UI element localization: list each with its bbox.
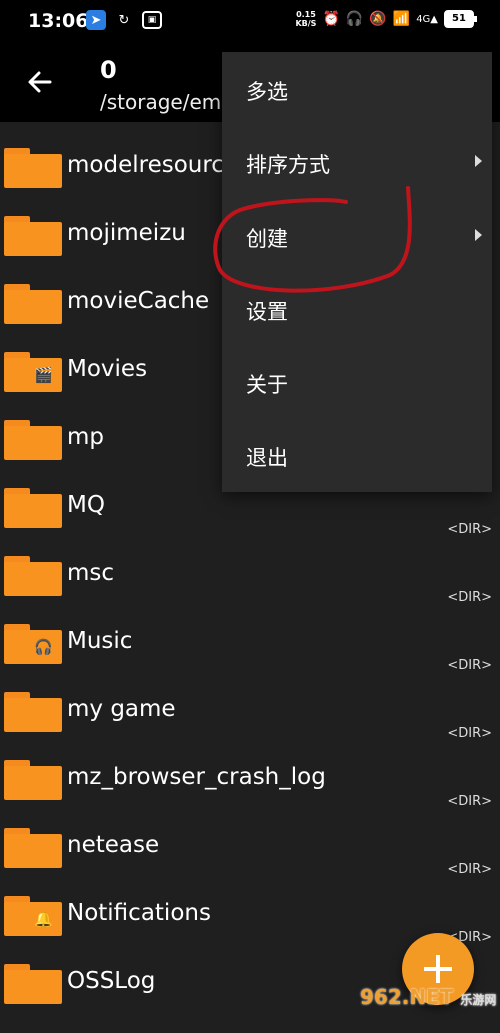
dir-label: <DIR> [447,862,492,877]
file-row[interactable]: netease <DIR> [0,814,500,882]
menu-item[interactable]: 多选 [222,52,492,125]
mute-icon: 🔕 [369,11,387,27]
file-name: mp [67,424,105,450]
submenu-arrow-icon [475,155,482,168]
image-icon: ▣ [142,11,162,29]
page-title: 0 [100,56,117,84]
folder-icon [4,556,62,596]
folder-notifications-icon: 🔔 [4,896,62,936]
folder-icon [4,420,62,460]
status-time: 13:06 [28,10,89,32]
folder-icon [4,964,62,1004]
dir-label: <DIR> [447,658,492,673]
file-name: movieCache [67,288,210,314]
sync-icon: ↻ [118,12,130,28]
file-name: netease [67,832,160,858]
annotation-circle [213,186,412,293]
file-row[interactable]: mz_browser_crash_log <DIR> [0,746,500,814]
folder-music-icon: 🎧 [4,624,62,664]
folder-icon [4,692,62,732]
folder-icon [4,148,62,188]
menu-item-label: 设置 [246,299,288,324]
back-arrow-icon[interactable] [26,68,54,96]
file-name: Music [67,628,133,654]
folder-movies-icon: 🎬 [4,352,62,392]
file-name: msc [67,560,115,586]
menu-item[interactable]: 关于 [222,345,492,418]
file-name: Notifications [67,900,211,926]
wifi-icon: 📶 [392,11,411,27]
folder-icon [4,284,62,324]
menu-item-label: 排序方式 [246,153,330,178]
folder-icon [4,828,62,868]
file-row[interactable]: my game <DIR> [0,678,500,746]
net-speed: 0.15 KB/S [295,10,317,28]
file-name: OSSLog [67,968,156,994]
folder-icon [4,760,62,800]
menu-item[interactable]: 退出 [222,418,492,491]
submenu-arrow-icon [475,228,482,241]
file-name: mojimeizu [67,220,186,246]
file-name: modelresource [67,152,239,178]
file-row[interactable]: msc <DIR> [0,542,500,610]
alarm-icon: ⏰ [322,11,340,27]
send-icon: ➤ [86,10,106,30]
notification-icons: ➤ ↻ ▣ [86,10,162,30]
dir-label: <DIR> [447,590,492,605]
signal-4g-icon: 4G▲ [416,13,438,25]
watermark-logo: 962.NET 乐游网 [360,985,497,1009]
dir-label: <DIR> [447,726,492,741]
file-name: my game [67,696,176,722]
file-name: MQ [67,492,105,518]
menu-item-label: 关于 [246,373,288,398]
menu-item-label: 退出 [246,446,288,471]
menu-item-label: 多选 [246,80,288,104]
status-bar: 13:06 ➤ ↻ ▣ 0.15 KB/S ⏰ 🎧 🔕 📶 4G▲ 51 [0,0,500,44]
battery-icon: 51 [444,10,477,28]
folder-icon [4,488,62,528]
headphones-icon: 🎧 [345,11,364,27]
dir-label: <DIR> [447,794,492,809]
file-name: mz_browser_crash_log [67,764,326,790]
file-name: Movies [67,356,148,382]
current-path: /storage/em [100,90,222,114]
file-row[interactable]: 🎧 Music <DIR> [0,610,500,678]
status-right-icons: 0.15 KB/S ⏰ 🎧 🔕 📶 4G▲ 51 [295,10,477,28]
folder-icon [4,216,62,256]
dir-label: <DIR> [447,522,492,537]
